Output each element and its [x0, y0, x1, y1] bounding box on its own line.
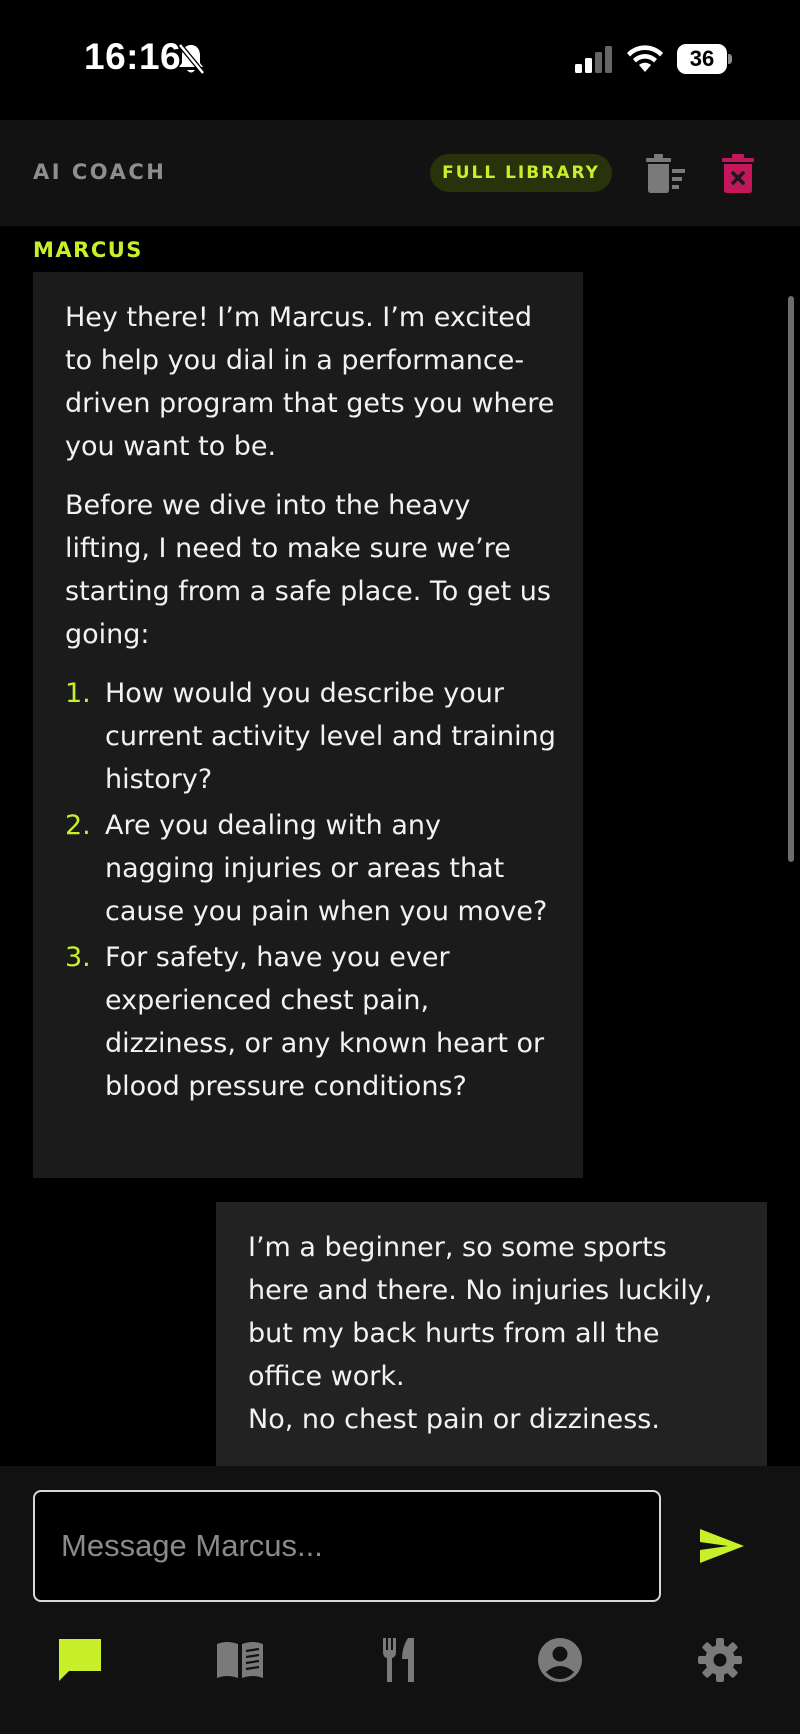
coach-message-bubble: Hey there! I’m Marcus. I’m excited to he…: [33, 272, 583, 1178]
message-paragraph: Hey there! I’m Marcus. I’m excited to he…: [65, 302, 555, 462]
bottom-nav: [0, 1612, 800, 1734]
settings-icon: [698, 1638, 742, 1682]
status-bar: 16:16 36: [0, 0, 800, 120]
chat-icon: [59, 1639, 101, 1681]
message-paragraph: Before we dive into the heavy lifting, I…: [65, 490, 551, 650]
chat-header: AI COACH FULL LIBRARY: [0, 120, 800, 226]
fork-knife-icon: [383, 1638, 414, 1682]
tab-profile[interactable]: [532, 1634, 588, 1686]
tab-settings[interactable]: [692, 1634, 748, 1686]
question-list: 1. How would you describe your current a…: [65, 672, 559, 1108]
battery-icon: 36: [677, 44, 732, 74]
question-text: For safety, have you ever experienced ch…: [105, 942, 545, 1102]
send-icon: [700, 1529, 744, 1563]
scrollbar-thumb[interactable]: [788, 296, 794, 862]
question-item: 3. For safety, have you ever experienced…: [65, 936, 559, 1108]
clear-list-icon[interactable]: [643, 154, 687, 194]
message-line: but my back hurts from all the: [248, 1318, 660, 1349]
message-input[interactable]: [33, 1490, 661, 1602]
page-title: AI COACH: [33, 160, 167, 184]
sender-name: MARCUS: [33, 238, 143, 262]
tab-nutrition[interactable]: [372, 1634, 428, 1686]
question-item: 1. How would you describe your current a…: [65, 672, 559, 801]
user-message-bubble: I’m a beginner, so some sports here and …: [216, 1202, 767, 1466]
message-line: I’m a beginner, so some sports: [248, 1232, 667, 1263]
question-text: How would you describe your current acti…: [105, 678, 556, 795]
chat-thread[interactable]: MARCUS Hey there! I’m Marcus. I’m excite…: [0, 226, 800, 1466]
question-number: 3.: [65, 942, 91, 973]
battery-level-text: 36: [689, 46, 715, 71]
book-icon: [217, 1642, 263, 1678]
message-line: here and there. No injuries luckily,: [248, 1275, 713, 1306]
question-text: Are you dealing with any nagging injurie…: [105, 810, 548, 927]
tab-chat[interactable]: [52, 1634, 108, 1686]
cellular-signal-icon: [575, 46, 612, 73]
wifi-icon: [627, 45, 663, 72]
message-line: office work.: [248, 1361, 405, 1392]
question-number: 1.: [65, 678, 91, 709]
message-composer: [0, 1466, 800, 1612]
delete-chat-icon[interactable]: [721, 154, 755, 194]
send-button[interactable]: [696, 1518, 748, 1574]
bell-slash-icon: [178, 43, 205, 75]
full-library-button[interactable]: FULL LIBRARY: [430, 154, 612, 192]
question-number: 2.: [65, 810, 91, 841]
message-line: No, no chest pain or dizziness.: [248, 1404, 660, 1435]
status-time: 16:16: [84, 36, 182, 77]
question-item: 2. Are you dealing with any nagging inju…: [65, 804, 559, 933]
profile-icon: [538, 1638, 582, 1682]
tab-library[interactable]: [212, 1634, 268, 1686]
